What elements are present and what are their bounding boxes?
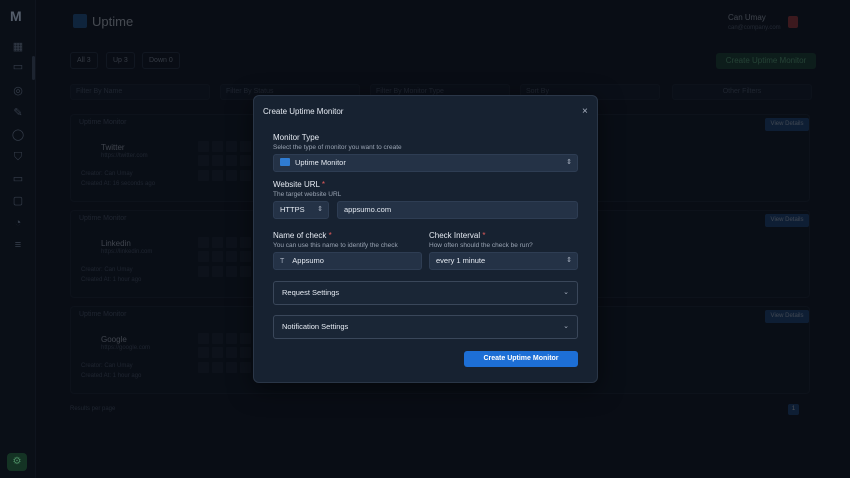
chevron-updown-icon: ⇕ xyxy=(317,206,323,213)
chevron-down-icon: ⌄ xyxy=(563,323,569,330)
create-monitor-submit-button[interactable]: Create Uptime Monitor xyxy=(464,351,578,367)
protocol-value: HTTPS xyxy=(280,205,305,214)
notification-settings-accordion[interactable]: Notification Settings ⌄ xyxy=(273,315,578,339)
modal-title: Create Uptime Monitor xyxy=(263,107,344,116)
text-icon: T xyxy=(280,258,285,265)
close-icon[interactable]: × xyxy=(582,106,588,117)
create-monitor-modal: Create Uptime Monitor × Monitor Type Sel… xyxy=(253,95,598,383)
monitor-type-label: Monitor Type xyxy=(273,133,320,142)
website-url-help: The target website URL xyxy=(273,191,342,198)
monitor-type-help: Select the type of monitor you want to c… xyxy=(273,144,402,151)
chevron-updown-icon: ⇕ xyxy=(566,257,572,264)
check-interval-label: Check Interval * xyxy=(429,231,486,240)
monitor-type-value: Uptime Monitor xyxy=(295,158,346,167)
chevron-down-icon: ⌄ xyxy=(563,289,569,296)
name-of-check-help: You can use this name to identify the ch… xyxy=(273,242,398,249)
check-interval-select[interactable]: every 1 minute ⇕ xyxy=(429,252,578,270)
website-url-label: Website URL * xyxy=(273,180,326,189)
uptime-monitor-icon xyxy=(280,158,290,166)
name-of-check-value: Appsumo xyxy=(292,256,324,265)
name-of-check-input[interactable]: T Appsumo xyxy=(273,252,422,270)
notification-settings-label: Notification Settings xyxy=(282,322,349,331)
request-settings-label: Request Settings xyxy=(282,288,340,297)
monitor-type-select[interactable]: Uptime Monitor ⇕ xyxy=(273,154,578,172)
website-url-input[interactable]: appsumo.com xyxy=(337,201,578,219)
check-interval-value: every 1 minute xyxy=(436,256,486,265)
request-settings-accordion[interactable]: Request Settings ⌄ xyxy=(273,281,578,305)
chevron-updown-icon: ⇕ xyxy=(566,159,572,166)
check-interval-help: How often should the check be run? xyxy=(429,242,533,249)
protocol-select[interactable]: HTTPS ⇕ xyxy=(273,201,329,219)
name-of-check-label: Name of check * xyxy=(273,231,332,240)
